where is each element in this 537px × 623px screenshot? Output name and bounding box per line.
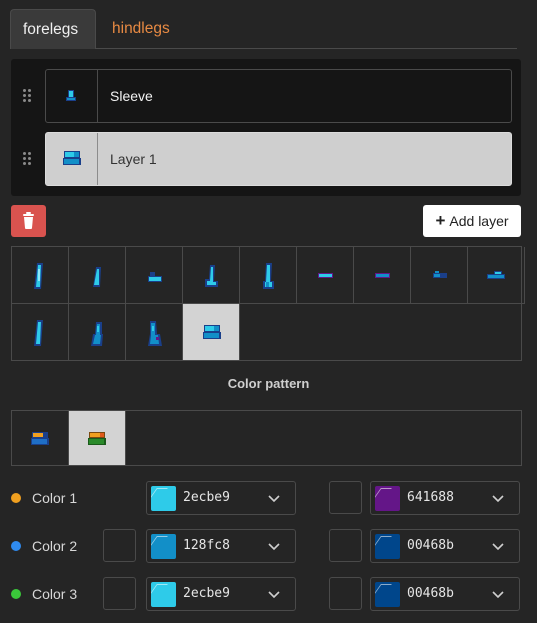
plus-icon: + xyxy=(435,211,446,230)
pattern-2-icon[interactable] xyxy=(69,411,126,465)
drag-handle-icon[interactable] xyxy=(23,152,33,166)
drag-handle-icon[interactable] xyxy=(23,89,33,103)
color-pattern-list xyxy=(11,410,522,466)
tab-forelegs[interactable]: forelegs xyxy=(10,9,96,49)
color-swatch xyxy=(151,582,176,607)
leg-sprite-3-icon[interactable] xyxy=(183,247,240,304)
chevron-down-icon xyxy=(492,591,504,599)
layer-item-sleeve[interactable]: Sleeve xyxy=(11,69,521,123)
chevron-down-icon xyxy=(492,543,504,551)
sleeve-sprite-icon xyxy=(46,70,98,122)
leg-sprite-6-icon[interactable] xyxy=(69,304,126,361)
secondary-color-select[interactable]: 00468b xyxy=(370,577,520,611)
color-dot xyxy=(11,589,21,599)
color-hex: 128fc8 xyxy=(183,538,230,553)
color-pattern-title: Color pattern xyxy=(227,376,310,391)
color-row-2: Color 2 128fc8 00468b xyxy=(0,529,537,563)
primary-color-toggle[interactable] xyxy=(103,529,136,562)
pattern-1-icon[interactable] xyxy=(12,411,69,465)
tab-bar: forelegs hindlegs xyxy=(10,9,517,49)
band-sprite-2-icon[interactable] xyxy=(354,247,411,304)
color-dot xyxy=(11,541,21,551)
color-swatch xyxy=(151,486,176,511)
primary-color-select[interactable]: 128fc8 xyxy=(146,529,296,563)
leg-sprite-4-icon[interactable] xyxy=(240,247,297,304)
boot-sprite-icon[interactable] xyxy=(183,304,240,361)
band-sprite-3-icon[interactable] xyxy=(411,247,468,304)
add-layer-label: Add layer xyxy=(449,213,509,229)
tab-hindlegs[interactable]: hindlegs xyxy=(100,9,182,49)
secondary-color-toggle[interactable] xyxy=(329,529,362,562)
color-row-1: Color 1 2ecbe9 641688 xyxy=(0,481,537,515)
color-hex: 00468b xyxy=(407,586,454,601)
delete-layer-button[interactable] xyxy=(11,205,46,237)
boot-sprite-icon xyxy=(46,133,98,185)
color-swatch xyxy=(375,534,400,559)
primary-color-toggle[interactable] xyxy=(103,577,136,610)
color-hex: 641688 xyxy=(407,490,454,505)
color-dot xyxy=(11,493,21,503)
secondary-color-toggle[interactable] xyxy=(329,577,362,610)
hoof-sprite-icon[interactable] xyxy=(126,247,183,304)
leg-sprite-2-icon[interactable] xyxy=(69,247,126,304)
band-sprite-1-icon[interactable] xyxy=(297,247,354,304)
color-hex: 2ecbe9 xyxy=(183,586,230,601)
layer-box[interactable]: Sleeve xyxy=(45,69,512,123)
leg-sprite-7-icon[interactable] xyxy=(126,304,183,361)
leg-sprite-5-icon[interactable] xyxy=(12,304,69,361)
chevron-down-icon xyxy=(492,495,504,503)
color-swatch xyxy=(375,486,400,511)
secondary-color-toggle[interactable] xyxy=(329,481,362,514)
color-hex: 2ecbe9 xyxy=(183,490,230,505)
color-label: Color 3 xyxy=(32,586,78,602)
primary-color-select[interactable]: 2ecbe9 xyxy=(146,481,296,515)
sprite-grid xyxy=(11,246,525,361)
layer-item-layer-1[interactable]: Layer 1 xyxy=(11,132,521,186)
trash-icon xyxy=(23,212,34,229)
secondary-color-select[interactable]: 00468b xyxy=(370,529,520,563)
color-label: Color 2 xyxy=(32,538,78,554)
layer-name: Layer 1 xyxy=(110,151,157,167)
layer-name: Sleeve xyxy=(110,88,153,104)
chevron-down-icon xyxy=(268,591,280,599)
primary-color-select[interactable]: 2ecbe9 xyxy=(146,577,296,611)
layer-list: Sleeve Layer 1 xyxy=(11,59,521,196)
color-swatch xyxy=(375,582,400,607)
color-label: Color 1 xyxy=(32,490,78,506)
color-hex: 00468b xyxy=(407,538,454,553)
chevron-down-icon xyxy=(268,495,280,503)
color-row-3: Color 3 2ecbe9 00468b xyxy=(0,577,537,611)
leg-sprite-1-icon[interactable] xyxy=(12,247,69,304)
secondary-color-select[interactable]: 641688 xyxy=(370,481,520,515)
layer-box[interactable]: Layer 1 xyxy=(45,132,512,186)
chevron-down-icon xyxy=(268,543,280,551)
color-swatch xyxy=(151,534,176,559)
add-layer-button[interactable]: + Add layer xyxy=(423,205,521,237)
band-sprite-4-icon[interactable] xyxy=(468,247,525,304)
